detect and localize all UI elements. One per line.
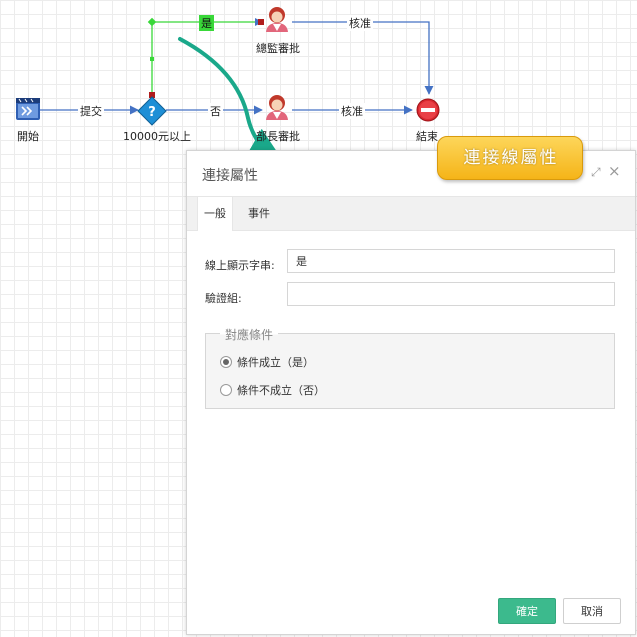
end-stop-icon[interactable]	[416, 98, 440, 122]
director-node-label: 總監審批	[256, 42, 300, 55]
display-string-label: 線上顯示字串:	[205, 259, 275, 272]
edge-label-approve-top[interactable]: 核准	[347, 15, 373, 31]
handle-mid[interactable]	[150, 57, 154, 61]
edge-label-yes[interactable]: 是	[199, 15, 214, 31]
validation-group-label: 驗證組:	[205, 292, 242, 305]
edge-label-approve-bottom[interactable]: 核准	[339, 103, 365, 119]
callout-text: 連接線屬性	[463, 148, 559, 168]
cancel-button[interactable]: 取消	[563, 598, 621, 624]
manager-node-label: 部長審批	[256, 130, 300, 143]
radio-condition-false[interactable]: 條件不成立（否）	[220, 382, 325, 398]
radio-checked-icon[interactable]	[220, 356, 232, 368]
edge-label-no[interactable]: 否	[208, 103, 223, 119]
condition-fieldset-legend: 對應條件	[220, 326, 279, 343]
tab-events[interactable]: 事件	[241, 197, 277, 230]
dialog-title: 連接屬性	[202, 168, 258, 184]
expand-icon[interactable]: ⤢	[591, 165, 601, 180]
condition-fieldset: 對應條件 條件成立（是） 條件不成立（否）	[205, 326, 615, 409]
svg-text:?: ?	[148, 105, 156, 120]
condition-node-icon[interactable]: ?	[137, 96, 167, 126]
callout-box: 連接線屬性	[437, 136, 583, 180]
radio-condition-true-label: 條件成立（是）	[237, 356, 314, 369]
display-string-input[interactable]	[287, 249, 615, 273]
connection-properties-dialog: 連接屬性 ⤢ × 一般 事件 線上顯示字串: 驗證組: 對應條件 條件成立（是）…	[186, 150, 636, 635]
start-node-icon[interactable]	[16, 98, 40, 120]
radio-unchecked-icon[interactable]	[220, 384, 232, 396]
end-node-label: 結束	[416, 130, 438, 143]
director-user-icon[interactable]	[266, 7, 288, 32]
condition-node-label: 10000元以上	[123, 130, 191, 143]
ok-button[interactable]: 確定	[498, 598, 556, 624]
edge-approve-top[interactable]	[292, 21, 434, 95]
manager-user-icon[interactable]	[266, 95, 288, 120]
annotation-arrow-icon	[178, 37, 287, 166]
tab-bar: 一般 事件	[187, 196, 635, 231]
radio-condition-false-label: 條件不成立（否）	[237, 384, 325, 397]
tab-general[interactable]: 一般	[197, 197, 233, 231]
edge-label-submit[interactable]: 提交	[78, 103, 104, 119]
edge-yes-selected[interactable]	[151, 21, 262, 96]
radio-condition-true[interactable]: 條件成立（是）	[220, 354, 314, 370]
start-node-label: 開始	[17, 130, 39, 143]
validation-group-input[interactable]	[287, 282, 615, 306]
handle-bend[interactable]	[147, 17, 157, 27]
handle-target[interactable]	[258, 19, 264, 25]
close-icon[interactable]: ×	[608, 162, 621, 180]
